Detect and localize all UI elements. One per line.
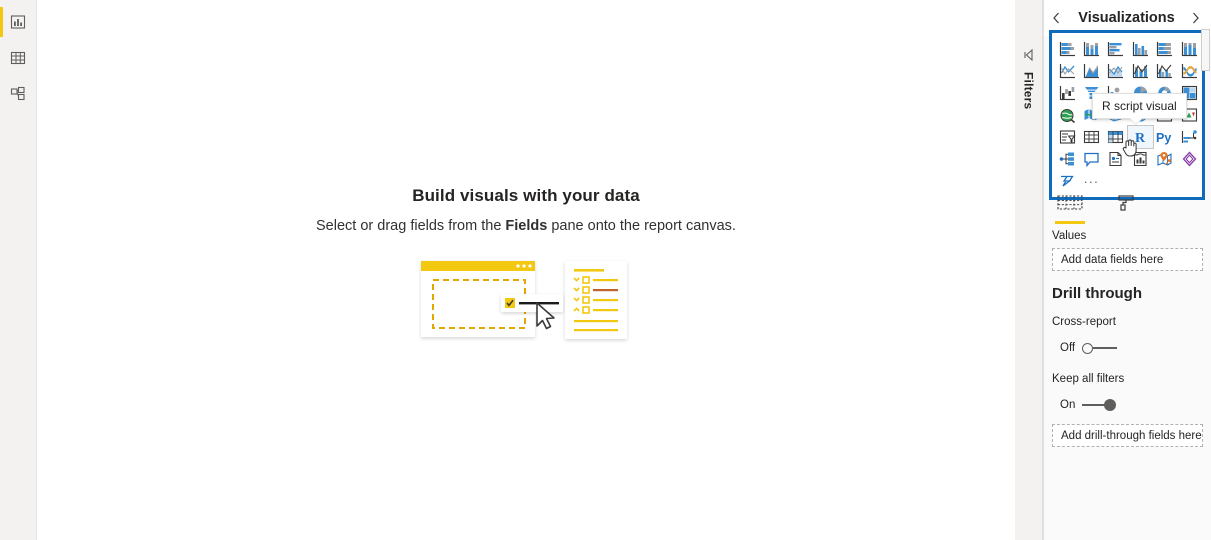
paint-roller-icon xyxy=(1115,194,1137,217)
right-panes: Filters Visualizations R Py ... Values A… xyxy=(1015,0,1211,540)
canvas-empty-subtitle: Select or drag fields from the Fields pa… xyxy=(37,218,1015,234)
visual-icon-line-and-clustered-column-chart[interactable] xyxy=(1153,60,1177,82)
visual-icon-power-apps[interactable] xyxy=(1177,148,1201,170)
drill-through-drop-zone[interactable]: Add drill-through fields here xyxy=(1052,424,1203,447)
table-grid-icon xyxy=(10,50,26,66)
fields-grid-icon xyxy=(1057,194,1083,217)
visual-icon-100-stacked-bar-chart[interactable] xyxy=(1153,38,1177,60)
canvas-empty-state: Build visuals with your data Select or d… xyxy=(37,186,1015,346)
keep-all-filters-toggle[interactable] xyxy=(1082,399,1117,411)
toggle-track-on-icon xyxy=(1082,404,1107,406)
visual-wells-tabs xyxy=(1052,194,1144,224)
keep-all-filters-label: Keep all filters xyxy=(1052,373,1125,385)
filters-expand-caret-icon[interactable] xyxy=(1023,48,1034,66)
report-chart-icon xyxy=(10,14,26,30)
power-bi-report-window: Build visuals with your data Select or d… xyxy=(0,0,1211,540)
visual-icon-stacked-bar-chart[interactable] xyxy=(1055,38,1079,60)
visual-icon-slicer[interactable] xyxy=(1055,126,1079,148)
report-canvas[interactable]: Build visuals with your data Select or d… xyxy=(37,0,1015,540)
visual-icon-power-automate[interactable] xyxy=(1055,170,1079,192)
sidebar-item-data-view[interactable] xyxy=(0,40,37,76)
toggle-knob-off-icon xyxy=(1082,342,1094,354)
cross-report-toggle[interactable] xyxy=(1082,342,1118,354)
svg-text:Py: Py xyxy=(1156,131,1171,145)
mouse-cursor-hand-icon xyxy=(1122,137,1138,162)
values-drop-zone[interactable]: Add data fields here xyxy=(1052,248,1203,271)
sidebar-item-model-view[interactable] xyxy=(0,76,37,112)
values-well-label: Values xyxy=(1052,230,1087,242)
visual-icon-qna[interactable] xyxy=(1079,148,1103,170)
visual-icon-100-stacked-column-chart[interactable] xyxy=(1177,38,1201,60)
cross-report-label: Cross-report xyxy=(1052,316,1116,328)
visualizations-pane-scrollbar[interactable] xyxy=(1201,29,1210,71)
keep-all-filters-state: On xyxy=(1060,399,1076,411)
visual-icon-python-visual[interactable]: Py xyxy=(1153,126,1177,148)
visual-icon-stacked-column-chart[interactable] xyxy=(1079,38,1103,60)
visual-icon-clustered-bar-chart[interactable] xyxy=(1104,38,1128,60)
visual-icon-line-chart[interactable] xyxy=(1055,60,1079,82)
subtitle-part-1: Select or drag fields from the xyxy=(316,218,506,234)
fields-tab-underline xyxy=(1055,221,1085,224)
visualizations-pane: Visualizations R Py ... Values Add data … xyxy=(1043,0,1211,540)
visual-type-tooltip: R script visual xyxy=(1092,93,1187,119)
visual-gallery-more-button[interactable]: ... xyxy=(1079,170,1103,192)
cross-report-state: Off xyxy=(1060,342,1076,354)
keep-all-filters-toggle-row[interactable]: On xyxy=(1060,399,1117,411)
visual-icon-area-chart[interactable] xyxy=(1079,60,1103,82)
visual-icon-waterfall-chart[interactable] xyxy=(1055,82,1079,104)
visual-icon-key-influencers[interactable] xyxy=(1055,148,1079,170)
format-tab-underline xyxy=(1111,221,1141,224)
visualizations-title: Visualizations xyxy=(1078,10,1175,26)
canvas-drag-fields-illustration xyxy=(37,256,1015,346)
subtitle-fields-word: Fields xyxy=(505,218,548,234)
toggle-knob-on-icon xyxy=(1104,399,1117,411)
visual-icon-line-and-stacked-column-chart[interactable] xyxy=(1128,60,1152,82)
model-relationship-icon xyxy=(10,86,26,102)
visual-icon-clustered-column-chart[interactable] xyxy=(1128,38,1152,60)
chevron-right-icon[interactable] xyxy=(1187,7,1203,29)
tab-format[interactable] xyxy=(1108,194,1144,224)
toggle-track-off-icon xyxy=(1093,347,1118,349)
chevron-left-icon[interactable] xyxy=(1048,7,1064,29)
visual-icon-table[interactable] xyxy=(1079,126,1103,148)
visual-icon-arcgis-map[interactable] xyxy=(1153,148,1177,170)
page-title: Build visuals with your data xyxy=(412,186,640,205)
drill-through-heading: Drill through xyxy=(1052,285,1142,302)
tab-fields[interactable] xyxy=(1052,194,1088,224)
filters-pane-label: Filters xyxy=(1021,72,1036,110)
filters-pane-collapsed[interactable]: Filters xyxy=(1015,0,1043,540)
visual-icon-ribbon-chart[interactable] xyxy=(1177,60,1201,82)
sidebar-item-report-view[interactable] xyxy=(0,4,37,40)
visual-icon-stacked-area-chart[interactable] xyxy=(1104,60,1128,82)
visual-icon-map[interactable] xyxy=(1055,104,1079,126)
subtitle-part-2: pane onto the report canvas. xyxy=(547,218,736,234)
view-switcher-rail xyxy=(0,0,37,540)
cross-report-toggle-row[interactable]: Off xyxy=(1060,342,1118,354)
visual-icon-decomposition-tree[interactable] xyxy=(1177,126,1201,148)
